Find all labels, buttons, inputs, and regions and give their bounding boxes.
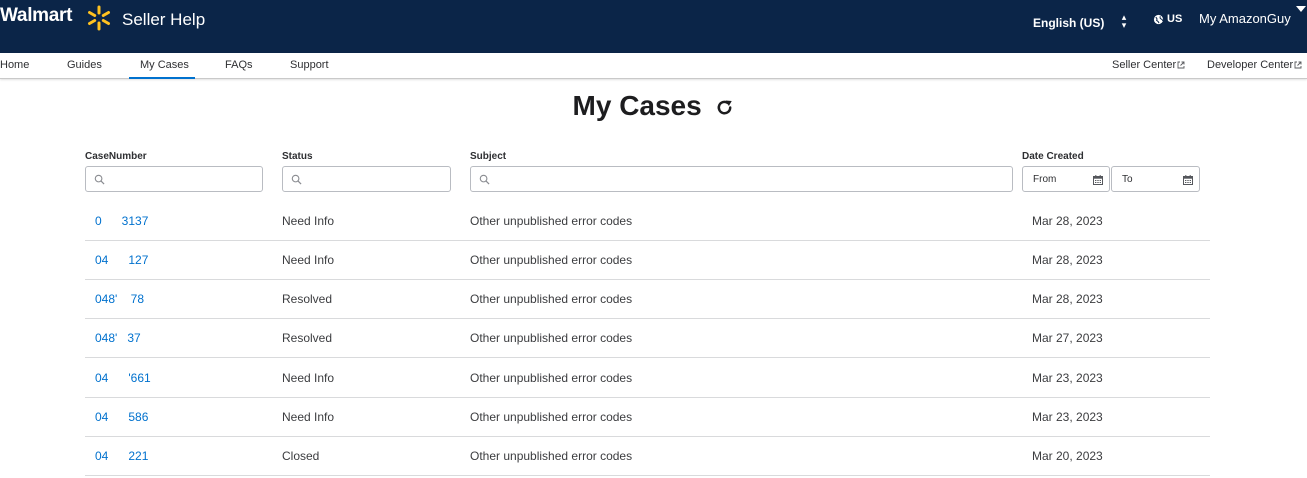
page-title: My Cases [0,90,1307,122]
case-subject: Other unpublished error codes [470,331,633,345]
date-to-filter [1111,166,1200,192]
nav-guides[interactable]: Guides [67,59,102,71]
user-menu[interactable]: My AmazonGuy [1199,11,1291,26]
walmart-logo[interactable]: Walmart [0,5,72,27]
case-number-link[interactable]: 04 '661 [95,371,151,385]
date-from-input[interactable] [1033,170,1088,188]
case-status: Need Info [282,410,335,424]
case-number-link[interactable]: 04 127 [95,253,148,267]
case-number-filter [85,166,263,192]
calendar-icon[interactable] [1093,175,1103,185]
case-subject: Other unpublished error codes [470,449,633,463]
search-icon [479,174,490,185]
case-subject: Other unpublished error codes [470,214,633,228]
external-link-icon [1294,61,1302,69]
case-subject: Other unpublished error codes [470,410,633,424]
status-filter [282,166,451,192]
case-date: Mar 28, 2023 [1032,214,1103,228]
case-date: Mar 20, 2023 [1032,449,1103,463]
case-subject: Other unpublished error codes [470,371,633,385]
developer-center-label: Developer Center [1207,59,1294,71]
status-input[interactable] [307,170,444,188]
region-selector[interactable]: US [1153,13,1182,25]
globe-icon [1153,14,1164,24]
case-number-link[interactable]: 048' 37 [95,331,141,345]
case-number-input[interactable] [110,170,256,188]
case-subject: Other unpublished error codes [470,292,633,306]
case-date: Mar 23, 2023 [1032,410,1103,424]
case-row[interactable]: 0 3137 Need Info Other unpublished error… [85,202,1210,241]
status-label: Status [282,151,313,162]
spark-icon [88,5,110,31]
updown-arrows-icon[interactable]: ▴ ▾ [1119,13,1129,30]
calendar-icon[interactable] [1183,175,1193,185]
nav-home[interactable]: Home [0,59,29,71]
subject-input[interactable] [495,170,1006,188]
case-date: Mar 27, 2023 [1032,331,1103,345]
seller-center-link[interactable]: Seller Center [1112,59,1185,71]
case-status: Need Info [282,371,335,385]
case-row[interactable]: 04 221 Closed Other unpublished error co… [85,437,1210,476]
seller-center-label: Seller Center [1112,59,1177,71]
external-link-icon [1177,61,1185,69]
case-date: Mar 28, 2023 [1032,253,1103,267]
search-icon [94,174,105,185]
nav-faqs[interactable]: FAQs [225,59,253,71]
page-title-text: My Cases [572,90,702,121]
case-number-label: CaseNumber [85,151,147,162]
case-row[interactable]: 04 '661 Need Info Other unpublished erro… [85,359,1210,398]
case-status: Need Info [282,253,335,267]
case-row[interactable]: 04 127 Need Info Other unpublished error… [85,241,1210,280]
refresh-icon[interactable] [715,98,734,117]
case-date: Mar 23, 2023 [1032,371,1103,385]
date-from-filter [1022,166,1110,192]
case-subject: Other unpublished error codes [470,253,633,267]
caret-down-icon[interactable] [1296,6,1306,12]
site-title[interactable]: Seller Help [122,10,205,30]
region-label: US [1167,13,1183,25]
case-number-link[interactable]: 0 3137 [95,214,148,228]
top-header: Walmart Seller Help English (US) ▴ ▾ US M… [0,0,1307,53]
date-to-input[interactable] [1122,170,1177,188]
case-status: Resolved [282,331,333,345]
date-created-label: Date Created [1022,151,1084,162]
case-row[interactable]: 04 586 Need Info Other unpublished error… [85,398,1210,437]
case-status: Need Info [282,214,335,228]
case-number-link[interactable]: 04 221 [95,449,148,463]
developer-center-link[interactable]: Developer Center [1207,59,1302,71]
subject-filter [470,166,1013,192]
case-date: Mar 28, 2023 [1032,292,1103,306]
search-icon [291,174,302,185]
case-number-link[interactable]: 048' 78 [95,292,144,306]
main-nav: Home Guides My Cases FAQs Support Seller… [0,53,1307,79]
nav-my-cases[interactable]: My Cases [129,59,195,79]
case-status: Closed [282,449,320,463]
nav-support[interactable]: Support [290,59,329,71]
case-row[interactable]: 048' 37 Resolved Other unpublished error… [85,319,1210,358]
case-row[interactable]: 048' 78 Resolved Other unpublished error… [85,280,1210,319]
subject-label: Subject [470,151,507,162]
case-status: Resolved [282,292,333,306]
language-selector[interactable]: English (US) [1033,16,1104,30]
case-number-link[interactable]: 04 586 [95,410,148,424]
